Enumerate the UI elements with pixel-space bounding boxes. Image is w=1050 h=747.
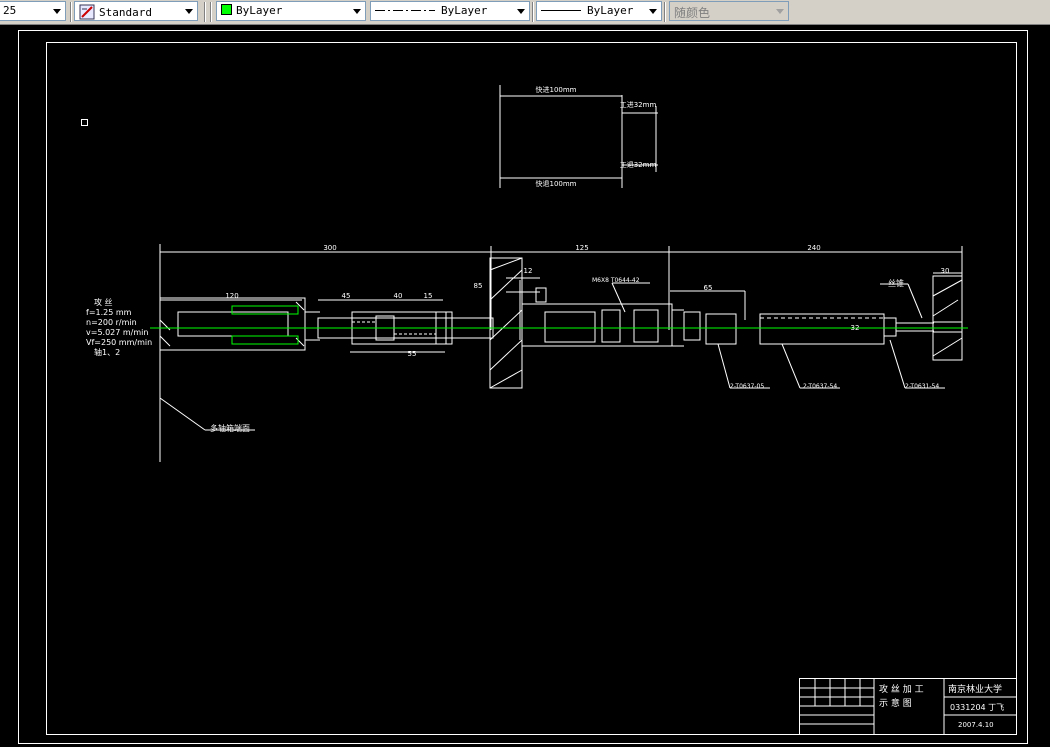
dim-65: 65 — [704, 284, 713, 292]
color-control-dropdown[interactable]: ByLayer — [216, 1, 366, 21]
dim-style-dropdown[interactable]: Standard — [74, 1, 198, 21]
overall-dimension-lines — [159, 244, 963, 462]
dim-32: 32 — [851, 324, 860, 332]
title-block-title-1: 攻 丝 加 工 — [879, 683, 924, 695]
note-speed: n=200 r/min — [86, 318, 137, 327]
properties-toolbar: 25 Standard ByLayer ByLayer ByLayer 随颜色 — [0, 0, 1050, 25]
part-label-3: 2-T0637-54 — [803, 383, 837, 390]
work-forward-label: 工进32mm — [620, 101, 657, 109]
dim-55: 55 — [408, 350, 417, 358]
plot-style-value: 随颜色 — [674, 6, 711, 20]
dim-12: 12 — [524, 267, 533, 275]
part-label-2: 2-T0637-05 — [730, 383, 764, 390]
sheet-outer-frame — [18, 30, 1028, 744]
tap-adapters — [705, 313, 934, 345]
dim-style-value: Standard — [99, 6, 152, 19]
text-style-value: 25 — [3, 4, 17, 17]
pickbox-cursor — [81, 119, 88, 126]
toolbar-separator — [210, 2, 212, 22]
dim-45: 45 — [342, 292, 351, 300]
chevron-down-icon[interactable] — [181, 2, 197, 20]
title-block-school: 南京林业大学 — [948, 683, 1002, 695]
note-spindle: 轴1、2 — [94, 347, 120, 357]
dim-85: 85 — [474, 282, 483, 290]
drawing-canvas[interactable]: 快进100mm 工进32mm 工退32mm 快退100mm 300 125 24… — [0, 24, 1050, 747]
lineweight-value: ByLayer — [587, 4, 634, 17]
toolbar-separator — [532, 2, 534, 22]
color-swatch-icon — [221, 4, 232, 15]
spindle-box-section — [489, 257, 547, 389]
toolbar-separator — [70, 2, 72, 22]
lineweight-dropdown[interactable]: ByLayer — [536, 1, 662, 21]
dim-30: 30 — [941, 267, 950, 275]
chevron-down-icon[interactable] — [645, 2, 661, 20]
chevron-down-icon[interactable] — [772, 2, 788, 20]
chevron-down-icon[interactable] — [349, 2, 365, 20]
spindle-box-end-face-label: 多轴箱端面 — [210, 423, 250, 433]
fast-forward-label: 快进100mm — [536, 85, 577, 94]
note-cut-speed: v=5.027 m/min — [86, 328, 148, 337]
lineweight-sample-icon — [541, 10, 581, 11]
chevron-down-icon[interactable] — [49, 2, 65, 20]
dim-300: 300 — [323, 244, 336, 252]
dim-style-icon — [79, 4, 95, 20]
text-style-dropdown[interactable]: 25 — [0, 1, 66, 21]
linetype-sample-icon — [375, 10, 435, 11]
note-feed-rate: Vf=250 mm/min — [86, 338, 152, 347]
tap-holder-body — [159, 297, 320, 351]
dim-120: 120 — [225, 292, 238, 300]
title-block-student: 0331204 丁飞 — [950, 703, 1004, 712]
layer-color-value: ByLayer — [236, 4, 283, 17]
dim-40: 40 — [394, 292, 403, 300]
chevron-down-icon[interactable] — [513, 2, 529, 20]
title-block-date: 2007.4.10 — [958, 721, 994, 729]
linetype-value: ByLayer — [441, 4, 488, 17]
toolbar-separator — [664, 2, 666, 22]
work-back-label: 工退32mm — [620, 160, 657, 169]
workpiece-section — [932, 275, 963, 361]
sheet-inner-frame — [46, 42, 1017, 735]
toolbar-separator — [204, 2, 206, 22]
title-block-title-2: 示 意 图 — [879, 697, 912, 709]
part-label-4: 2-T0631-54 — [905, 383, 939, 390]
dim-240: 240 — [807, 244, 820, 252]
plot-style-dropdown[interactable]: 随颜色 — [669, 1, 789, 21]
part-label-1: M6X8 T0644-42 — [592, 277, 640, 284]
linetype-dropdown[interactable]: ByLayer — [370, 1, 530, 21]
fast-back-label: 快退100mm — [536, 179, 577, 188]
note-title: 攻 丝 — [94, 297, 113, 307]
dim-15: 15 — [424, 292, 433, 300]
tap-label: 丝锥 — [888, 278, 904, 288]
quick-change-chuck — [521, 303, 701, 347]
dim-125: 125 — [575, 244, 588, 252]
note-feed: f=1.25 mm — [86, 308, 132, 317]
